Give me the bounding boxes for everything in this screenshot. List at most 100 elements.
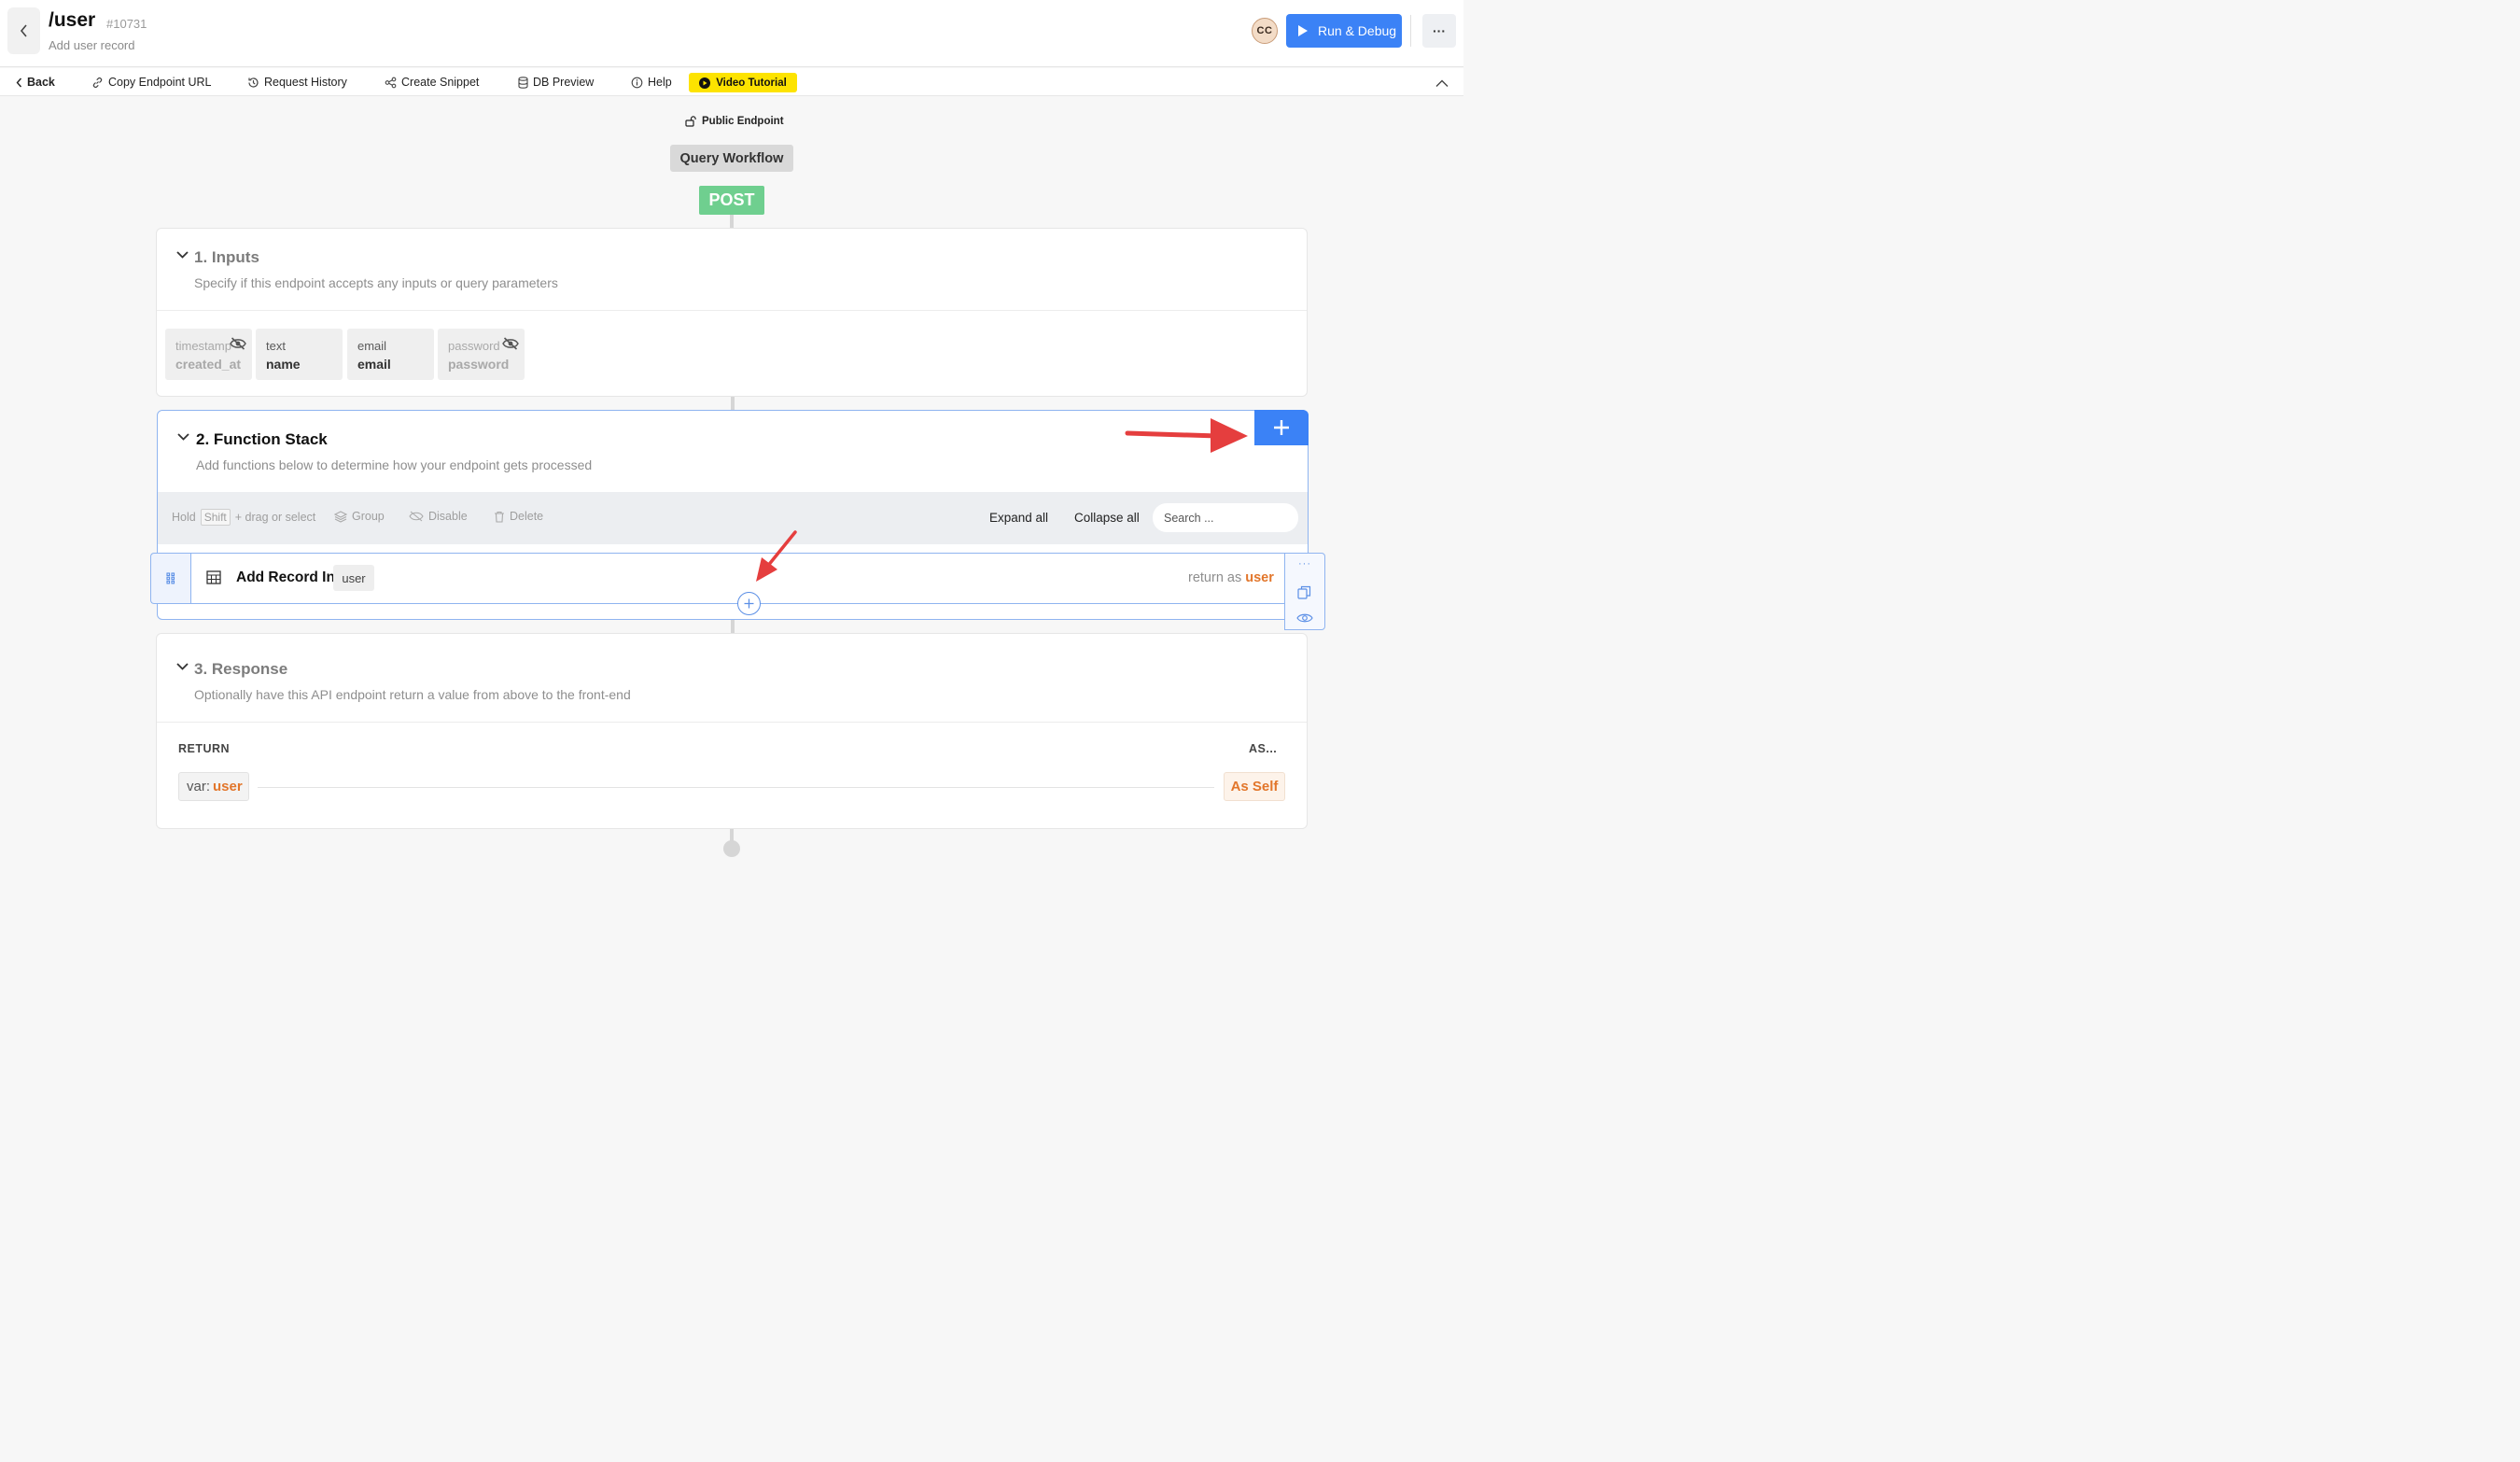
input-chip[interactable]: text name: [256, 329, 343, 380]
return-prefix: return as: [1188, 570, 1242, 585]
input-name: created_at: [175, 357, 242, 372]
share-nodes-icon: [385, 77, 397, 88]
as-column-label: AS...: [1249, 742, 1278, 755]
trash-icon: [495, 511, 504, 523]
video-tutorial-button[interactable]: Video Tutorial: [689, 73, 797, 92]
table-icon: [206, 570, 221, 584]
chevron-left-icon: [16, 77, 22, 87]
help-label: Help: [648, 76, 672, 89]
chevron-down-icon: [176, 433, 189, 441]
eye-off-icon: [230, 337, 246, 350]
query-workflow-badge: Query Workflow: [670, 145, 793, 172]
http-method-badge: POST: [699, 186, 764, 215]
function-stack-description: Add functions below to determine how you…: [196, 457, 593, 472]
drag-handle[interactable]: [150, 553, 190, 604]
function-stack-title: 2. Function Stack: [196, 430, 328, 448]
play-icon: [1298, 25, 1308, 36]
hint-rest: + drag or select: [234, 511, 316, 524]
add-function-button[interactable]: [1254, 410, 1309, 445]
collapse-toolbar-button[interactable]: [1435, 76, 1449, 92]
delete-label: Delete: [510, 510, 544, 523]
annotation-arrow-icon: [756, 530, 797, 582]
inputs-title: 1. Inputs: [194, 248, 259, 266]
input-chip[interactable]: password password: [438, 329, 525, 380]
inputs-collapse-toggle[interactable]: [175, 249, 189, 260]
toolbar-back-link[interactable]: Back: [16, 75, 55, 90]
public-endpoint-label: Public Endpoint: [702, 116, 784, 127]
multi-select-hint: Hold Shift + drag or select: [172, 509, 315, 526]
input-name: password: [448, 357, 510, 372]
response-connector-line: [258, 787, 1214, 788]
copy-url-label: Copy Endpoint URL: [108, 76, 212, 89]
input-name: name: [266, 357, 301, 372]
hint-hold: Hold: [172, 511, 196, 524]
add-function-below-button[interactable]: [737, 592, 761, 615]
input-chip[interactable]: timestamp created_at: [165, 329, 252, 380]
input-type: email: [357, 339, 387, 353]
create-snippet-button[interactable]: Create Snippet: [385, 75, 479, 90]
var-name: user: [213, 779, 243, 794]
run-debug-button[interactable]: Run & Debug: [1286, 14, 1402, 48]
shift-key: Shift: [200, 509, 231, 526]
request-history-button[interactable]: Request History: [247, 75, 347, 90]
db-preview-label: DB Preview: [533, 76, 595, 89]
function-search-input[interactable]: Search ...: [1153, 503, 1298, 532]
back-label: Back: [27, 76, 55, 89]
expand-all-button[interactable]: Expand all: [989, 511, 1048, 525]
return-column-label: RETURN: [178, 742, 231, 755]
more-menu-button[interactable]: ···: [1422, 14, 1456, 48]
input-chip[interactable]: email email: [347, 329, 434, 380]
disable-button[interactable]: Disable: [409, 510, 468, 523]
db-preview-button[interactable]: DB Preview: [518, 75, 594, 90]
function-title: Add Record In: [236, 569, 335, 585]
database-icon: [518, 76, 528, 89]
function-return-as[interactable]: return as user: [1188, 570, 1274, 585]
page-title: /user: [49, 9, 96, 31]
return-var: user: [1245, 570, 1274, 585]
response-description: Optionally have this API endpoint return…: [194, 687, 631, 702]
help-button[interactable]: Help: [631, 75, 672, 90]
return-variable-chip[interactable]: var: user: [178, 772, 249, 801]
eye-off-icon: [502, 337, 519, 350]
function-table-tag[interactable]: user: [333, 565, 374, 591]
snippet-label: Create Snippet: [401, 76, 480, 89]
link-icon: [92, 77, 103, 88]
response-collapse-toggle[interactable]: [175, 661, 189, 672]
response-card: [156, 633, 1308, 829]
var-prefix: var:: [187, 779, 211, 794]
eye-off-icon: [409, 511, 424, 522]
delete-button[interactable]: Delete: [494, 510, 543, 523]
collapse-all-button[interactable]: Collapse all: [1074, 511, 1140, 525]
chevron-left-icon: [20, 24, 27, 37]
public-endpoint-indicator[interactable]: Public Endpoint: [685, 116, 784, 127]
avatar[interactable]: CC: [1252, 18, 1278, 44]
app-header: [0, 0, 1463, 67]
function-more-button[interactable]: ···: [1298, 558, 1311, 569]
function-stack-collapse-toggle[interactable]: [176, 431, 189, 443]
header-back-button[interactable]: [7, 7, 40, 54]
inputs-divider: [157, 310, 1307, 311]
grip-icon: [166, 572, 175, 584]
return-as-self-chip[interactable]: As Self: [1224, 772, 1285, 801]
group-label: Group: [352, 510, 385, 523]
chevron-down-icon: [175, 251, 189, 259]
group-button[interactable]: Group: [334, 510, 385, 523]
endpoint-id: #10731: [106, 17, 147, 31]
eye-icon[interactable]: [1296, 612, 1313, 624]
copy-endpoint-url-button[interactable]: Copy Endpoint URL: [91, 75, 211, 90]
copy-icon[interactable]: [1297, 585, 1311, 599]
page-subtitle: Add user record: [49, 38, 135, 52]
layers-icon: [334, 510, 347, 523]
disable-label: Disable: [428, 510, 468, 523]
input-type: text: [266, 339, 286, 353]
plus-icon: [1274, 420, 1289, 435]
history-label: Request History: [264, 76, 347, 89]
flow-end-node: [723, 840, 740, 857]
history-icon: [248, 77, 259, 88]
annotation-arrow-icon: [1125, 418, 1248, 453]
flow-connector: [731, 397, 735, 410]
inputs-description: Specify if this endpoint accepts any inp…: [194, 275, 558, 290]
header-divider: [1410, 15, 1411, 47]
response-divider: [157, 722, 1307, 723]
plus-icon: [744, 598, 754, 609]
